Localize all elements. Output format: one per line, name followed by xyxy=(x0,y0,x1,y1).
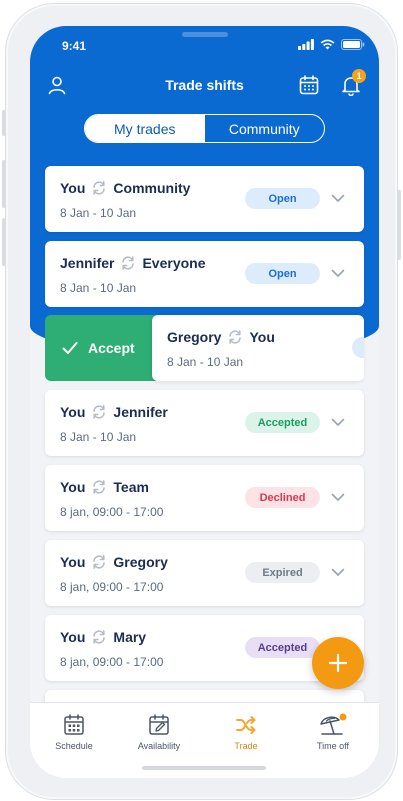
trade-title: You Jennifer xyxy=(60,404,168,420)
trade-date: 8 Jan - 10 Jan xyxy=(60,206,137,220)
swap-icon xyxy=(93,405,106,419)
swiped-trade-row: Accept Gregory You 8 Jan - 10 Jan xyxy=(45,315,379,381)
trade-title: Gregory You xyxy=(167,329,275,345)
trade-filter-tabs: My trades Community xyxy=(84,114,325,143)
status-bar: 9:41 xyxy=(30,26,379,66)
trade-to: Team xyxy=(113,479,149,495)
swap-icon xyxy=(93,480,106,494)
home-indicator xyxy=(142,766,266,770)
trade-from: You xyxy=(60,629,86,645)
volume-down-button xyxy=(2,218,6,266)
trade-date: 8 jan, 09:00 - 17:00 xyxy=(60,580,164,594)
trade-title: You Community xyxy=(60,180,190,196)
status-badge: Accepted xyxy=(245,637,320,658)
calendar-edit-icon xyxy=(149,714,169,735)
nav-label: Trade xyxy=(234,741,258,751)
chevron-down-icon[interactable] xyxy=(331,266,345,280)
wifi-icon xyxy=(320,39,335,50)
app-header: Trade shifts xyxy=(30,66,379,106)
trade-to: Everyone xyxy=(142,255,206,271)
nav-item-time-off[interactable]: Time off xyxy=(293,713,373,751)
trade-to: Gregory xyxy=(113,554,168,570)
nav-item-schedule[interactable]: Schedule xyxy=(34,713,114,751)
add-trade-button[interactable] xyxy=(312,637,364,689)
trade-to: Mary xyxy=(113,629,147,645)
signal-icon xyxy=(298,39,314,50)
notification-badge: 1 xyxy=(352,69,366,83)
nav-label: Schedule xyxy=(55,741,93,751)
swap-icon xyxy=(93,630,106,644)
trade-card[interactable]: Jennifer Everyone 8 Jan - 10 Jan Open xyxy=(45,241,364,307)
status-icons xyxy=(298,39,365,50)
shuffle-icon xyxy=(236,716,256,734)
calendar-grid-icon xyxy=(64,714,84,735)
trade-title: You Mary xyxy=(60,629,146,645)
swap-icon xyxy=(93,181,106,195)
chevron-down-icon[interactable] xyxy=(331,490,345,504)
trade-from: You xyxy=(60,554,86,570)
status-badge xyxy=(352,337,364,358)
trade-card[interactable]: You Jennifer 8 Jan - 10 Jan Accepted xyxy=(45,390,364,456)
nav-item-trade[interactable]: Trade xyxy=(206,713,286,751)
nav-label: Availability xyxy=(137,741,181,751)
status-badge: Declined xyxy=(245,487,320,508)
beach-umbrella-icon xyxy=(320,713,347,735)
trade-to: Community xyxy=(113,180,191,196)
checkmark-icon xyxy=(62,342,78,354)
trade-card[interactable]: You Gregory 8 jan, 09:00 - 17:00 Expired xyxy=(45,540,364,606)
nav-label: Time off xyxy=(316,741,349,751)
chevron-down-icon[interactable] xyxy=(331,191,345,205)
trade-from: You xyxy=(60,404,86,420)
battery-icon xyxy=(341,39,365,50)
nav-item-availability[interactable]: Availability xyxy=(119,713,199,751)
trade-title: You Team xyxy=(60,479,149,495)
swap-icon xyxy=(122,256,135,270)
status-badge: Open xyxy=(245,263,320,284)
trade-title: You Gregory xyxy=(60,554,168,570)
trade-from: Jennifer xyxy=(60,255,115,271)
status-badge: Open xyxy=(245,188,320,209)
status-badge: Accepted xyxy=(245,412,320,433)
trade-card[interactable]: You Community 8 Jan - 10 Jan Open xyxy=(45,166,364,232)
trade-date: 8 Jan - 10 Jan xyxy=(60,281,137,295)
tab-community[interactable]: Community xyxy=(205,115,325,142)
status-time: 9:41 xyxy=(62,39,87,53)
tab-my-trades[interactable]: My trades xyxy=(85,115,205,142)
trade-date: 8 Jan - 10 Jan xyxy=(60,430,137,444)
trade-to: You xyxy=(249,329,275,345)
swap-icon xyxy=(229,330,242,344)
trade-card[interactable]: Gregory You 8 Jan - 10 Jan xyxy=(152,315,364,381)
trade-card[interactable]: You Team 8 jan, 09:00 - 17:00 Declined xyxy=(45,465,364,531)
trade-from: You xyxy=(60,479,86,495)
accept-button[interactable]: Accept xyxy=(45,315,160,381)
phone-screen: 9:41 Trade shifts 1 My trades Community … xyxy=(30,26,379,778)
mute-switch xyxy=(2,110,6,136)
trade-from: You xyxy=(60,180,86,196)
chevron-down-icon[interactable] xyxy=(331,565,345,579)
notch xyxy=(132,26,277,52)
trade-from: Gregory xyxy=(167,329,222,345)
trade-to: Jennifer xyxy=(113,404,168,420)
plus-icon xyxy=(328,653,348,673)
calendar-icon[interactable] xyxy=(298,74,320,96)
notch-speaker xyxy=(182,32,228,37)
chevron-down-icon[interactable] xyxy=(331,415,345,429)
swap-icon xyxy=(93,555,106,569)
volume-up-button xyxy=(2,160,6,208)
page-title: Trade shifts xyxy=(165,77,244,93)
trade-date: 8 Jan - 10 Jan xyxy=(167,355,244,369)
status-badge: Expired xyxy=(245,562,320,583)
power-button xyxy=(397,190,401,260)
accept-label: Accept xyxy=(88,340,135,356)
trade-date: 8 jan, 09:00 - 17:00 xyxy=(60,505,164,519)
trade-date: 8 jan, 09:00 - 17:00 xyxy=(60,655,164,669)
trade-title: Jennifer Everyone xyxy=(60,255,206,271)
